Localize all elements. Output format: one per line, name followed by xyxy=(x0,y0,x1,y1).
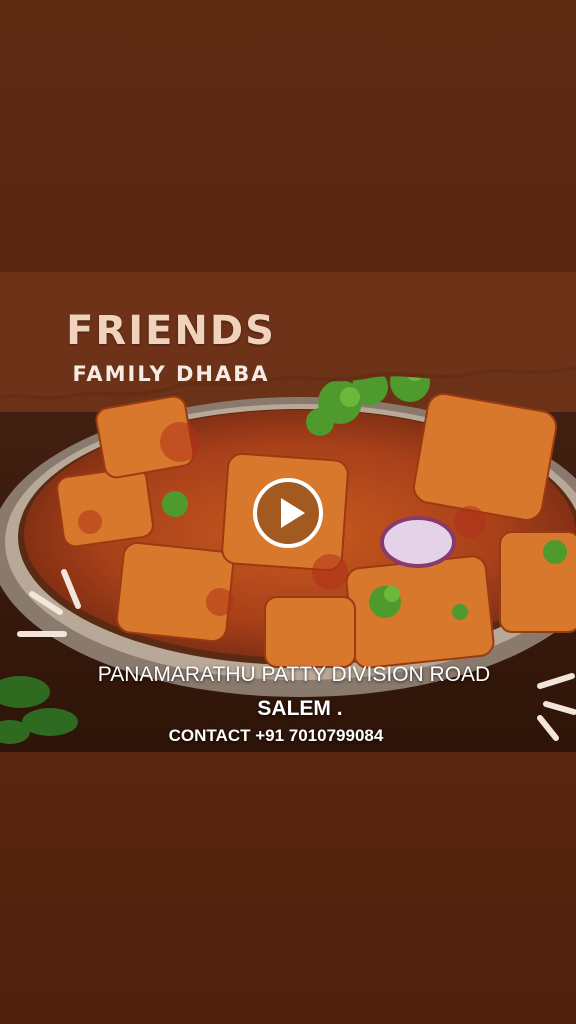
play-icon xyxy=(281,498,305,528)
play-button[interactable] xyxy=(253,478,323,548)
restaurant-title: FRIENDS xyxy=(66,308,276,354)
contact-text: CONTACT +91 7010799084 xyxy=(168,726,384,745)
restaurant-subtitle: FAMILY DHABA xyxy=(72,362,270,386)
video-player[interactable]: FRIENDS FAMILY DHABA PANAMARATHU PATTY D… xyxy=(0,272,576,752)
address-line-1: PANAMARATHU PATTY DIVISION ROAD xyxy=(97,663,491,686)
top-background xyxy=(0,0,576,272)
bottom-background xyxy=(0,752,576,1024)
address-line-2: SALEM . xyxy=(257,697,343,720)
